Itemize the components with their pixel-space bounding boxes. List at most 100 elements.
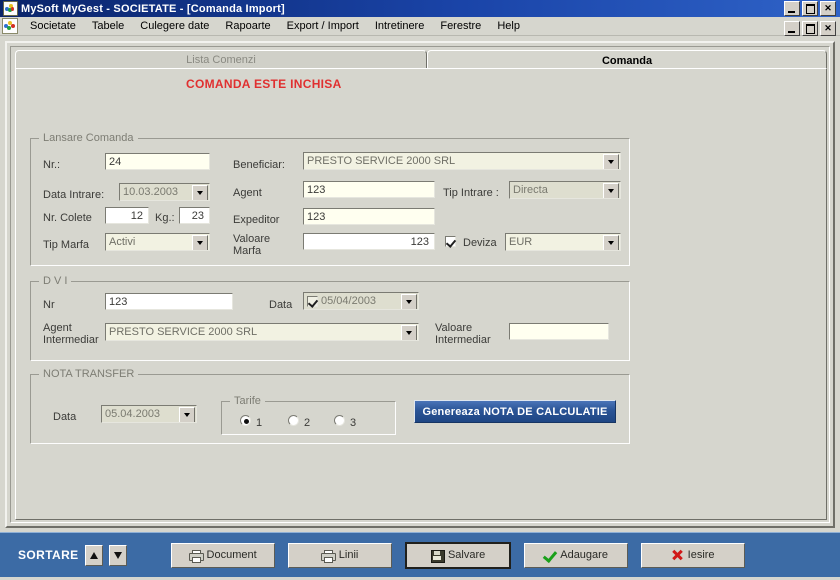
group-tarife-caption: Tarife (230, 395, 265, 407)
label-nota-data: Data (53, 411, 77, 423)
label-nr-colete: Nr. Colete (43, 212, 92, 224)
deviza-value: EUR (509, 236, 533, 248)
data-intrare-combo[interactable]: 10.03.2003 (119, 183, 210, 201)
nr-input[interactable]: 24 (105, 153, 210, 170)
mdi-restore-button[interactable] (802, 21, 818, 36)
maximize-restore-button[interactable] (802, 1, 818, 16)
sort-ascending-button[interactable] (84, 544, 103, 566)
menu-item-intretinere[interactable]: Intretinere (367, 19, 433, 33)
valoare-marfa-input[interactable]: 123 (303, 233, 435, 250)
window-controls: ✕ (784, 1, 838, 16)
label-tip-marfa: Tip Marfa (43, 239, 90, 251)
printer-icon (320, 549, 336, 563)
agent-intermediar-combo[interactable]: PRESTO SERVICE 2000 SRL (105, 323, 419, 341)
group-dvi-caption: D V I (39, 275, 72, 287)
nr-colete-input[interactable]: 12 (105, 207, 149, 224)
arrow-down-icon (113, 551, 122, 559)
deviza-checkbox[interactable] (445, 236, 456, 247)
nota-data-combo[interactable]: 05.04.2003 (101, 405, 197, 423)
dvi-data-value: 05/04/2003 (321, 295, 377, 307)
group-tarife: Tarife 1 2 3 (221, 395, 396, 435)
label-deviza: Deviza (463, 237, 497, 249)
menu-bar: Societate Tabele Culegere date Rapoarte … (0, 17, 840, 36)
arrow-up-icon (89, 551, 98, 559)
mdi-close-button[interactable]: ✕ (820, 21, 836, 36)
expeditor-input[interactable]: 123 (303, 208, 435, 225)
label-tip-intrare: Tip Intrare : (443, 187, 499, 199)
menu-item-rapoarte[interactable]: Rapoarte (217, 19, 278, 33)
iesire-button[interactable]: Iesire (640, 542, 745, 568)
beneficiar-value: PRESTO SERVICE 2000 SRL (307, 155, 456, 167)
floppy-disk-icon (430, 549, 445, 563)
tip-marfa-combo[interactable]: Activi (105, 233, 210, 251)
chevron-down-icon[interactable] (603, 154, 619, 169)
nota-data-value: 05.04.2003 (105, 408, 161, 420)
valoare-intermediar-input[interactable] (509, 323, 609, 340)
window-title: MySoft MyGest - SOCIETATE - [Comanda Imp… (21, 2, 285, 15)
menu-item-tabele[interactable]: Tabele (84, 19, 132, 33)
menu-item-culegere-date[interactable]: Culegere date (132, 19, 217, 33)
deviza-combo[interactable]: EUR (505, 233, 621, 251)
sort-descending-button[interactable] (108, 544, 127, 566)
label-valoare-intermediar-line1: Valoare (435, 322, 473, 334)
label-valoare-intermediar-line2: Intermediar (435, 334, 491, 346)
mdi-child-icon[interactable] (2, 18, 18, 34)
label-dvi-nr: Nr (43, 299, 55, 311)
radio-tarif-1-label: 1 (256, 417, 263, 429)
chevron-down-icon[interactable] (179, 407, 195, 422)
label-dvi-data: Data (269, 299, 293, 311)
menu-item-export-import[interactable]: Export / Import (279, 19, 367, 33)
group-lansare-comanda-caption: Lansare Comanda (39, 132, 138, 144)
document-button-label: Document (206, 549, 257, 561)
kg-input[interactable]: 23 (179, 207, 210, 224)
chevron-down-icon[interactable] (401, 294, 417, 309)
chevron-down-icon[interactable] (192, 185, 208, 200)
tab-lista-comenzi-label: Lista Comenzi (186, 54, 256, 66)
salvare-button-label: Salvare (447, 549, 486, 561)
label-nr: Nr.: (43, 159, 61, 171)
agent-intermediar-value: PRESTO SERVICE 2000 SRL (109, 326, 258, 338)
data-intrare-value: 10.03.2003 (123, 186, 179, 198)
sortare-label: SORTARE (18, 548, 79, 562)
mygest-logo-icon (3, 1, 18, 16)
dvi-data-combo[interactable]: 05/04/2003 (303, 292, 419, 310)
bottom-toolbar: SORTARE Document Linii Salvare Adaugare … (0, 532, 840, 577)
tab-lista-comenzi[interactable]: Lista Comenzi (15, 50, 427, 69)
radio-tarif-3[interactable] (334, 415, 345, 426)
label-agent: Agent (233, 187, 262, 199)
document-button[interactable]: Document (170, 542, 275, 568)
linii-button-label: Linii (338, 549, 359, 561)
tab-comanda-label: Comanda (601, 55, 653, 67)
printer-icon (188, 549, 204, 563)
chevron-down-icon[interactable] (192, 235, 208, 250)
chevron-down-icon[interactable] (603, 183, 619, 198)
radio-tarif-2[interactable] (288, 415, 299, 426)
status-warning-text: COMANDA ESTE INCHISA (186, 77, 342, 91)
group-lansare-comanda: Lansare Comanda Nr.: 24 Data Intrare: 10… (30, 132, 630, 266)
genereaza-nota-calculatie-button[interactable]: Genereaza NOTA DE CALCULATIE (414, 400, 616, 423)
menu-item-help[interactable]: Help (489, 19, 528, 33)
radio-tarif-2-label: 2 (304, 417, 311, 429)
chevron-down-icon[interactable] (603, 235, 619, 250)
adaugare-button-label: Adaugare (560, 549, 608, 561)
x-icon (671, 549, 684, 561)
minimize-button[interactable] (784, 1, 800, 16)
chevron-down-icon[interactable] (401, 325, 417, 340)
label-beneficiar: Beneficiar: (233, 159, 285, 171)
menu-item-ferestre[interactable]: Ferestre (432, 19, 489, 33)
mdi-minimize-button[interactable] (784, 21, 800, 36)
tab-bar: Lista Comenzi Comanda (15, 50, 827, 71)
close-button[interactable]: ✕ (820, 1, 836, 16)
agent-input[interactable]: 123 (303, 181, 435, 198)
dvi-data-checkbox[interactable] (307, 296, 318, 307)
tip-intrare-value: Directa (513, 184, 548, 196)
linii-button[interactable]: Linii (287, 542, 392, 568)
salvare-button[interactable]: Salvare (404, 541, 511, 569)
adaugare-button[interactable]: Adaugare (523, 542, 628, 568)
tip-intrare-combo[interactable]: Directa (509, 181, 621, 199)
group-nota-transfer-caption: NOTA TRANSFER (39, 368, 139, 380)
menu-item-societate[interactable]: Societate (22, 19, 84, 33)
radio-tarif-1[interactable] (240, 415, 251, 426)
dvi-nr-input[interactable]: 123 (105, 293, 233, 310)
beneficiar-combo[interactable]: PRESTO SERVICE 2000 SRL (303, 152, 621, 170)
